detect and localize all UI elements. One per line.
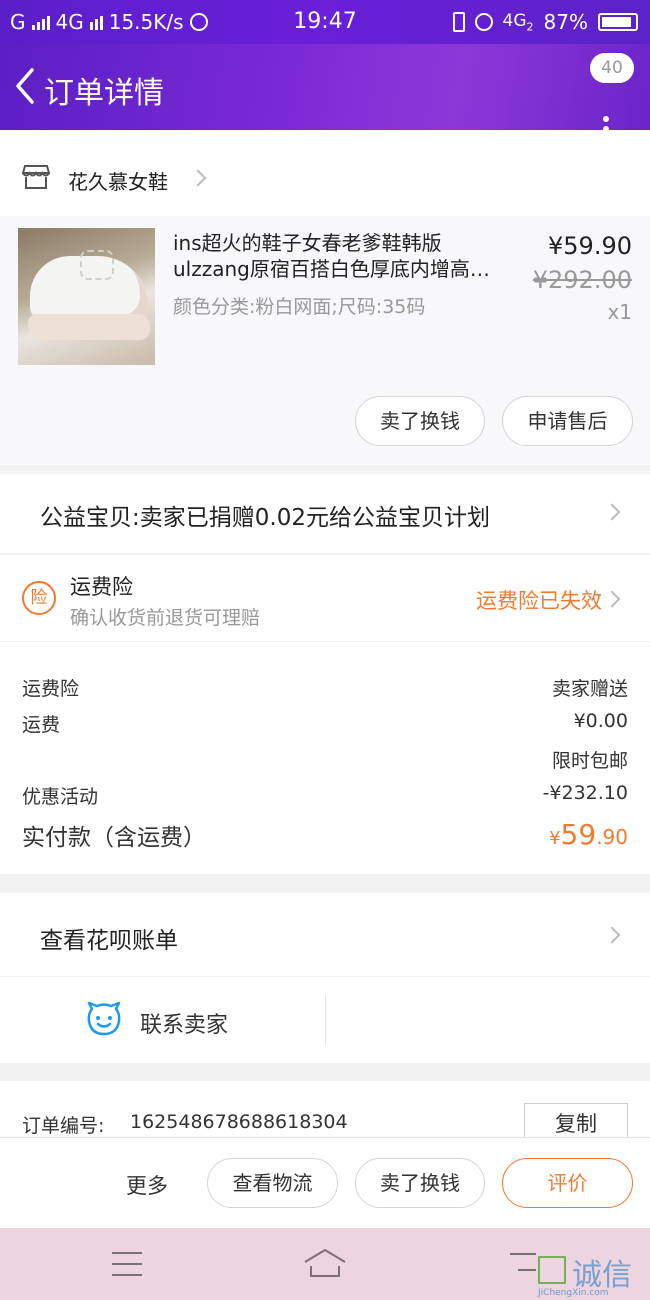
product-title-line1: ins超火的鞋子女春老爹鞋韩版: [173, 231, 442, 255]
fee-summary: 运费险 卖家赠送 运费 ¥0.00 限时包邮 优惠活动 -¥232.10 实付款…: [0, 642, 650, 874]
paid-currency: ¥: [549, 828, 561, 849]
insurance-status: 运费险已失效: [476, 589, 602, 613]
system-nav-bar: 诚信 JiChengXin.com: [0, 1228, 650, 1300]
paid-amount: ¥59.90: [549, 818, 628, 851]
paid-decimal: .90: [596, 825, 628, 849]
charity-text: 公益宝贝:卖家已捐赠0.02元给公益宝贝计划: [40, 505, 490, 531]
huabei-bill-row[interactable]: 查看花呗账单: [0, 893, 650, 976]
product-spec: 颜色分类:粉白网面;尺码:35码: [173, 296, 426, 318]
back-arrow-icon[interactable]: [12, 66, 42, 106]
net2-sub: 2: [526, 20, 534, 34]
product-quantity: x1: [607, 300, 632, 324]
shop-header[interactable]: 花久慕女鞋: [0, 130, 650, 216]
chat-icon: [87, 1001, 121, 1036]
status-bar: G 4G 15.5K/s 19:47 4G2 87%: [0, 0, 650, 44]
fee-value: -¥232.10: [542, 782, 628, 804]
vibrate-icon: [452, 12, 465, 32]
fee-value: 限时包邮: [551, 750, 628, 772]
order-item: ins超火的鞋子女春老爹鞋韩版 ulzzang原宿百搭白色厚底内增高… 颜色分类…: [0, 216, 650, 465]
shipping-insurance-row[interactable]: 险 运费险 确认收货前退货可理赔 运费险已失效: [0, 555, 650, 641]
net2-text: 4G: [502, 10, 527, 31]
contact-row: 联系卖家: [0, 977, 650, 1063]
logistics-button[interactable]: 查看物流: [207, 1158, 338, 1208]
after-sale-button[interactable]: 申请售后: [502, 396, 633, 446]
fee-label: 运费: [22, 714, 61, 736]
original-price: ¥292.00: [532, 266, 632, 294]
fee-label: 优惠活动: [22, 786, 99, 808]
product-title-line2: ulzzang原宿百搭白色厚底内增高…: [173, 257, 490, 281]
watermark-logo: [538, 1256, 566, 1284]
fee-value: 卖家赠送: [551, 678, 628, 700]
divider: [325, 995, 326, 1045]
more-button[interactable]: 更多: [126, 1170, 168, 1200]
review-button[interactable]: 评价: [502, 1158, 633, 1208]
status-right: 4G2 87%: [452, 10, 638, 34]
chevron-right-icon: [603, 926, 621, 944]
action-bar: 更多 查看物流 卖了换钱 评价: [0, 1137, 650, 1228]
insurance-title: 运费险: [70, 575, 133, 599]
product-image[interactable]: [18, 228, 155, 365]
network-label-2: 4G2: [503, 11, 534, 33]
charity-row[interactable]: 公益宝贝:卖家已捐赠0.02元给公益宝贝计划: [0, 474, 650, 553]
insurance-subtitle: 确认收货前退货可理赔: [70, 607, 261, 629]
order-number-label: 订单编号:: [22, 1115, 105, 1137]
store-icon: [22, 165, 50, 189]
chevron-right-icon: [603, 503, 621, 521]
menu-icon[interactable]: [112, 1252, 142, 1285]
page-title: 订单详情: [44, 76, 164, 111]
message-badge[interactable]: 40: [590, 53, 634, 83]
order-number: 162548678688618304: [130, 1111, 348, 1133]
fee-label: 运费险: [22, 678, 80, 700]
resell-button[interactable]: 卖了换钱: [355, 396, 485, 446]
back-nav-icon[interactable]: [508, 1250, 538, 1274]
chevron-right-icon: [603, 590, 621, 608]
nav-bar: 订单详情 40: [0, 44, 650, 142]
order-number-row: 订单编号: 162548678688618304 复制: [0, 1081, 650, 1143]
battery-icon: [598, 13, 638, 31]
resell-button-bottom[interactable]: 卖了换钱: [355, 1158, 485, 1208]
product-price: ¥59.90: [548, 232, 632, 260]
watermark-subtext: JiChengXin.com: [538, 1288, 609, 1298]
chevron-right-icon: [189, 169, 207, 187]
paid-label: 实付款（含运费）: [22, 825, 206, 851]
paid-integer: 59: [560, 818, 597, 851]
contact-seller-button[interactable]: 联系卖家: [140, 1007, 228, 1039]
product-title[interactable]: ins超火的鞋子女春老爹鞋韩版 ulzzang原宿百搭白色厚底内增高…: [173, 230, 515, 282]
battery-percent: 87%: [543, 10, 588, 34]
alarm-icon: [474, 13, 493, 31]
insurance-icon: 险: [22, 581, 56, 615]
shop-name: 花久慕女鞋: [68, 170, 168, 194]
home-icon[interactable]: [303, 1248, 347, 1280]
fee-value: ¥0.00: [573, 710, 628, 732]
huabei-text: 查看花呗账单: [40, 928, 178, 954]
